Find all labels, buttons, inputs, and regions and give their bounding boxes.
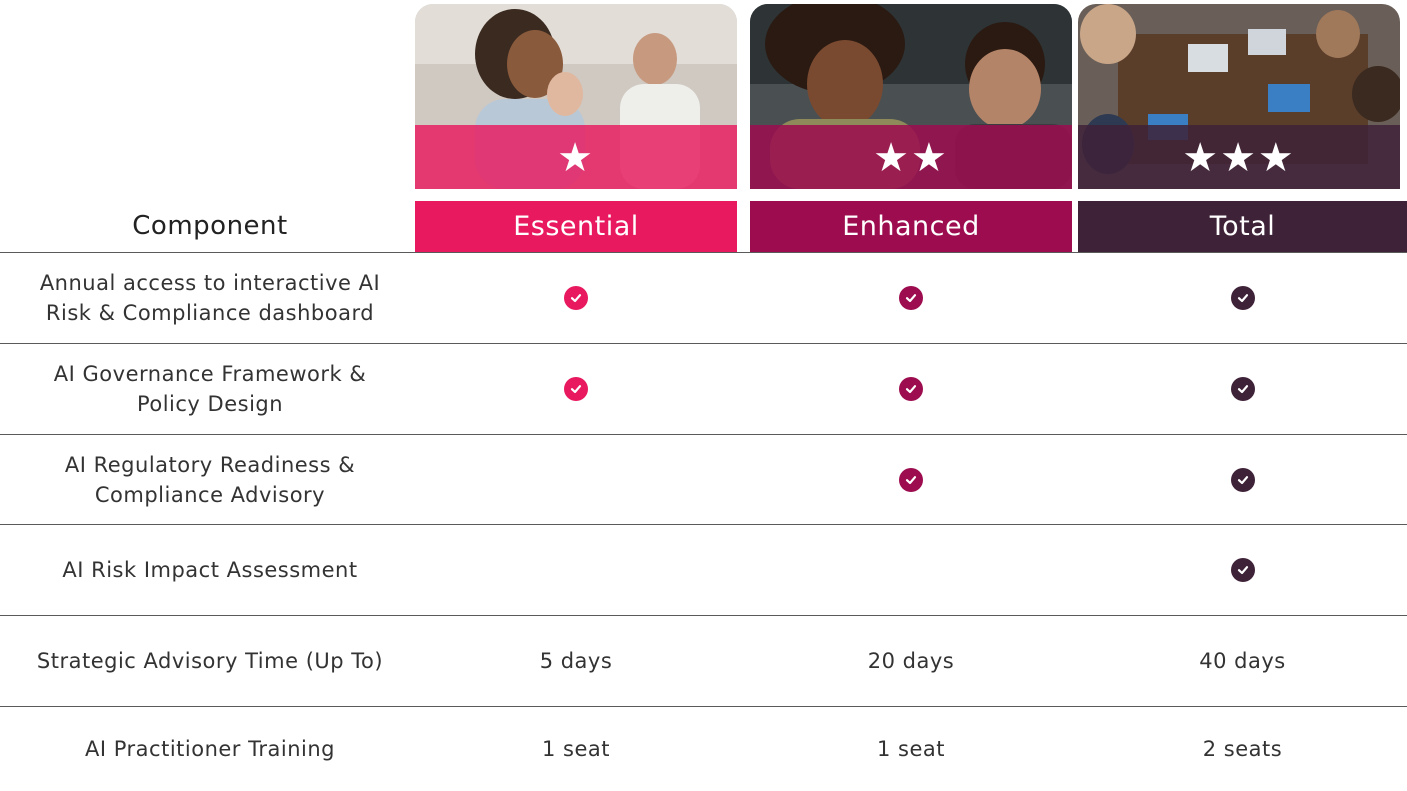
essential-cell bbox=[415, 435, 737, 524]
check-icon bbox=[1230, 286, 1255, 310]
total-cell bbox=[1078, 253, 1407, 343]
enhanced-tier-header: Enhanced bbox=[750, 201, 1072, 252]
essential-tier-header: Essential bbox=[415, 201, 737, 252]
enhanced-stars-icon: ★★ bbox=[873, 135, 949, 181]
row-label-text: AI Risk Impact Assessment bbox=[62, 558, 358, 582]
enhanced-cell bbox=[750, 344, 1072, 434]
essential-cell bbox=[415, 344, 737, 434]
total-stars-icon: ★★★ bbox=[1182, 135, 1296, 181]
cell-value: 40 days bbox=[1199, 649, 1286, 673]
enhanced-cell: 20 days bbox=[750, 616, 1072, 706]
check-icon bbox=[564, 286, 588, 310]
component-column-header: Component bbox=[132, 211, 288, 241]
cell-value: 1 seat bbox=[542, 737, 610, 761]
enhanced-cell bbox=[750, 253, 1072, 343]
cell-value: 1 seat bbox=[877, 737, 945, 761]
check-icon bbox=[899, 286, 923, 310]
row-label-text: AI Governance Framework & Policy Design bbox=[53, 362, 367, 416]
row-label: Strategic Advisory Time (Up To) bbox=[0, 616, 420, 706]
row-label: AI Governance Framework & Policy Design bbox=[0, 344, 420, 434]
enhanced-cell bbox=[750, 525, 1072, 615]
cell-value: 5 days bbox=[539, 649, 613, 673]
total-cell bbox=[1078, 435, 1407, 524]
enhanced-tier-image: ★★ bbox=[750, 4, 1072, 189]
check-icon bbox=[899, 377, 923, 401]
cell-value: 20 days bbox=[867, 649, 955, 673]
total-tier-header: Total bbox=[1078, 201, 1407, 252]
essential-stars-icon: ★ bbox=[557, 135, 595, 181]
row-label-text: Strategic Advisory Time (Up To) bbox=[36, 649, 384, 673]
check-icon bbox=[1230, 558, 1255, 582]
total-tier-image: ★★★ bbox=[1078, 4, 1400, 189]
row-label-text: Annual access to interactive AI Risk & C… bbox=[39, 271, 381, 325]
essential-cell bbox=[415, 525, 737, 615]
total-cell: 40 days bbox=[1078, 616, 1407, 706]
row-label-text: AI Practitioner Training bbox=[85, 737, 335, 761]
total-cell bbox=[1078, 344, 1407, 434]
row-label: AI Practitioner Training bbox=[0, 707, 420, 791]
enhanced-cell bbox=[750, 435, 1072, 524]
total-cell: 2 seats bbox=[1078, 707, 1407, 791]
row-label-text: AI Regulatory Readiness & Compliance Adv… bbox=[64, 452, 356, 507]
essential-cell: 5 days bbox=[415, 616, 737, 706]
row-label: AI Regulatory Readiness & Compliance Adv… bbox=[0, 435, 420, 524]
check-icon bbox=[564, 377, 588, 401]
row-label: Annual access to interactive AI Risk & C… bbox=[0, 253, 420, 343]
check-icon bbox=[1230, 377, 1255, 401]
row-label: AI Risk Impact Assessment bbox=[0, 525, 420, 615]
enhanced-cell: 1 seat bbox=[750, 707, 1072, 791]
check-icon bbox=[1230, 467, 1255, 492]
essential-tier-image: ★ bbox=[415, 4, 737, 189]
essential-cell bbox=[415, 253, 737, 343]
check-icon bbox=[899, 467, 923, 492]
total-cell bbox=[1078, 525, 1407, 615]
essential-cell: 1 seat bbox=[415, 707, 737, 791]
cell-value: 2 seats bbox=[1202, 737, 1283, 761]
